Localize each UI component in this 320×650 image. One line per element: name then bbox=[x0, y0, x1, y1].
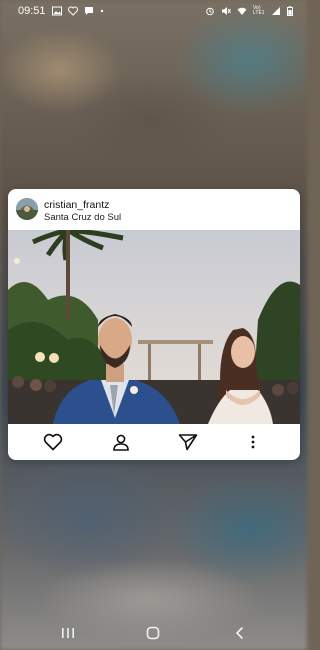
wedding-photo bbox=[8, 230, 300, 424]
back-button[interactable] bbox=[230, 624, 250, 642]
heart-outline-icon bbox=[67, 6, 78, 16]
signal-icon bbox=[272, 7, 280, 15]
post-header: cristian_frantz Santa Cruz do Sul bbox=[8, 189, 300, 230]
gallery-icon bbox=[51, 6, 62, 16]
instagram-post-preview[interactable]: cristian_frantz Santa Cruz do Sul bbox=[8, 189, 300, 460]
view-profile-button[interactable] bbox=[110, 431, 132, 453]
avatar[interactable] bbox=[16, 198, 38, 220]
profile-icon bbox=[113, 434, 129, 451]
like-button[interactable] bbox=[42, 431, 64, 453]
recent-apps-icon bbox=[62, 628, 74, 638]
mute-icon bbox=[222, 7, 231, 15]
heart-icon bbox=[43, 433, 63, 451]
volte-icon: Vo) LTE1 bbox=[253, 5, 265, 16]
home-button[interactable] bbox=[143, 624, 163, 642]
location[interactable]: Santa Cruz do Sul bbox=[44, 212, 121, 223]
navigation-bar bbox=[0, 616, 307, 650]
battery-icon bbox=[287, 6, 293, 16]
post-actions bbox=[8, 424, 300, 460]
more-options-button[interactable] bbox=[242, 431, 264, 453]
chat-icon bbox=[84, 7, 93, 15]
send-icon bbox=[178, 434, 198, 451]
avatar-image bbox=[16, 198, 38, 220]
status-bar: 09:51 Vo) LTE1 bbox=[0, 0, 307, 22]
share-button[interactable] bbox=[177, 431, 199, 453]
clock: 09:51 bbox=[18, 5, 46, 17]
recent-apps-button[interactable] bbox=[58, 624, 78, 642]
dot-icon bbox=[100, 9, 103, 13]
more-vertical-icon bbox=[251, 435, 255, 449]
post-photo[interactable] bbox=[8, 230, 300, 424]
alarm-icon bbox=[206, 7, 214, 16]
wifi-icon bbox=[237, 7, 247, 15]
username[interactable]: cristian_frantz bbox=[44, 199, 109, 211]
home-icon bbox=[146, 626, 160, 640]
back-icon bbox=[235, 626, 244, 640]
